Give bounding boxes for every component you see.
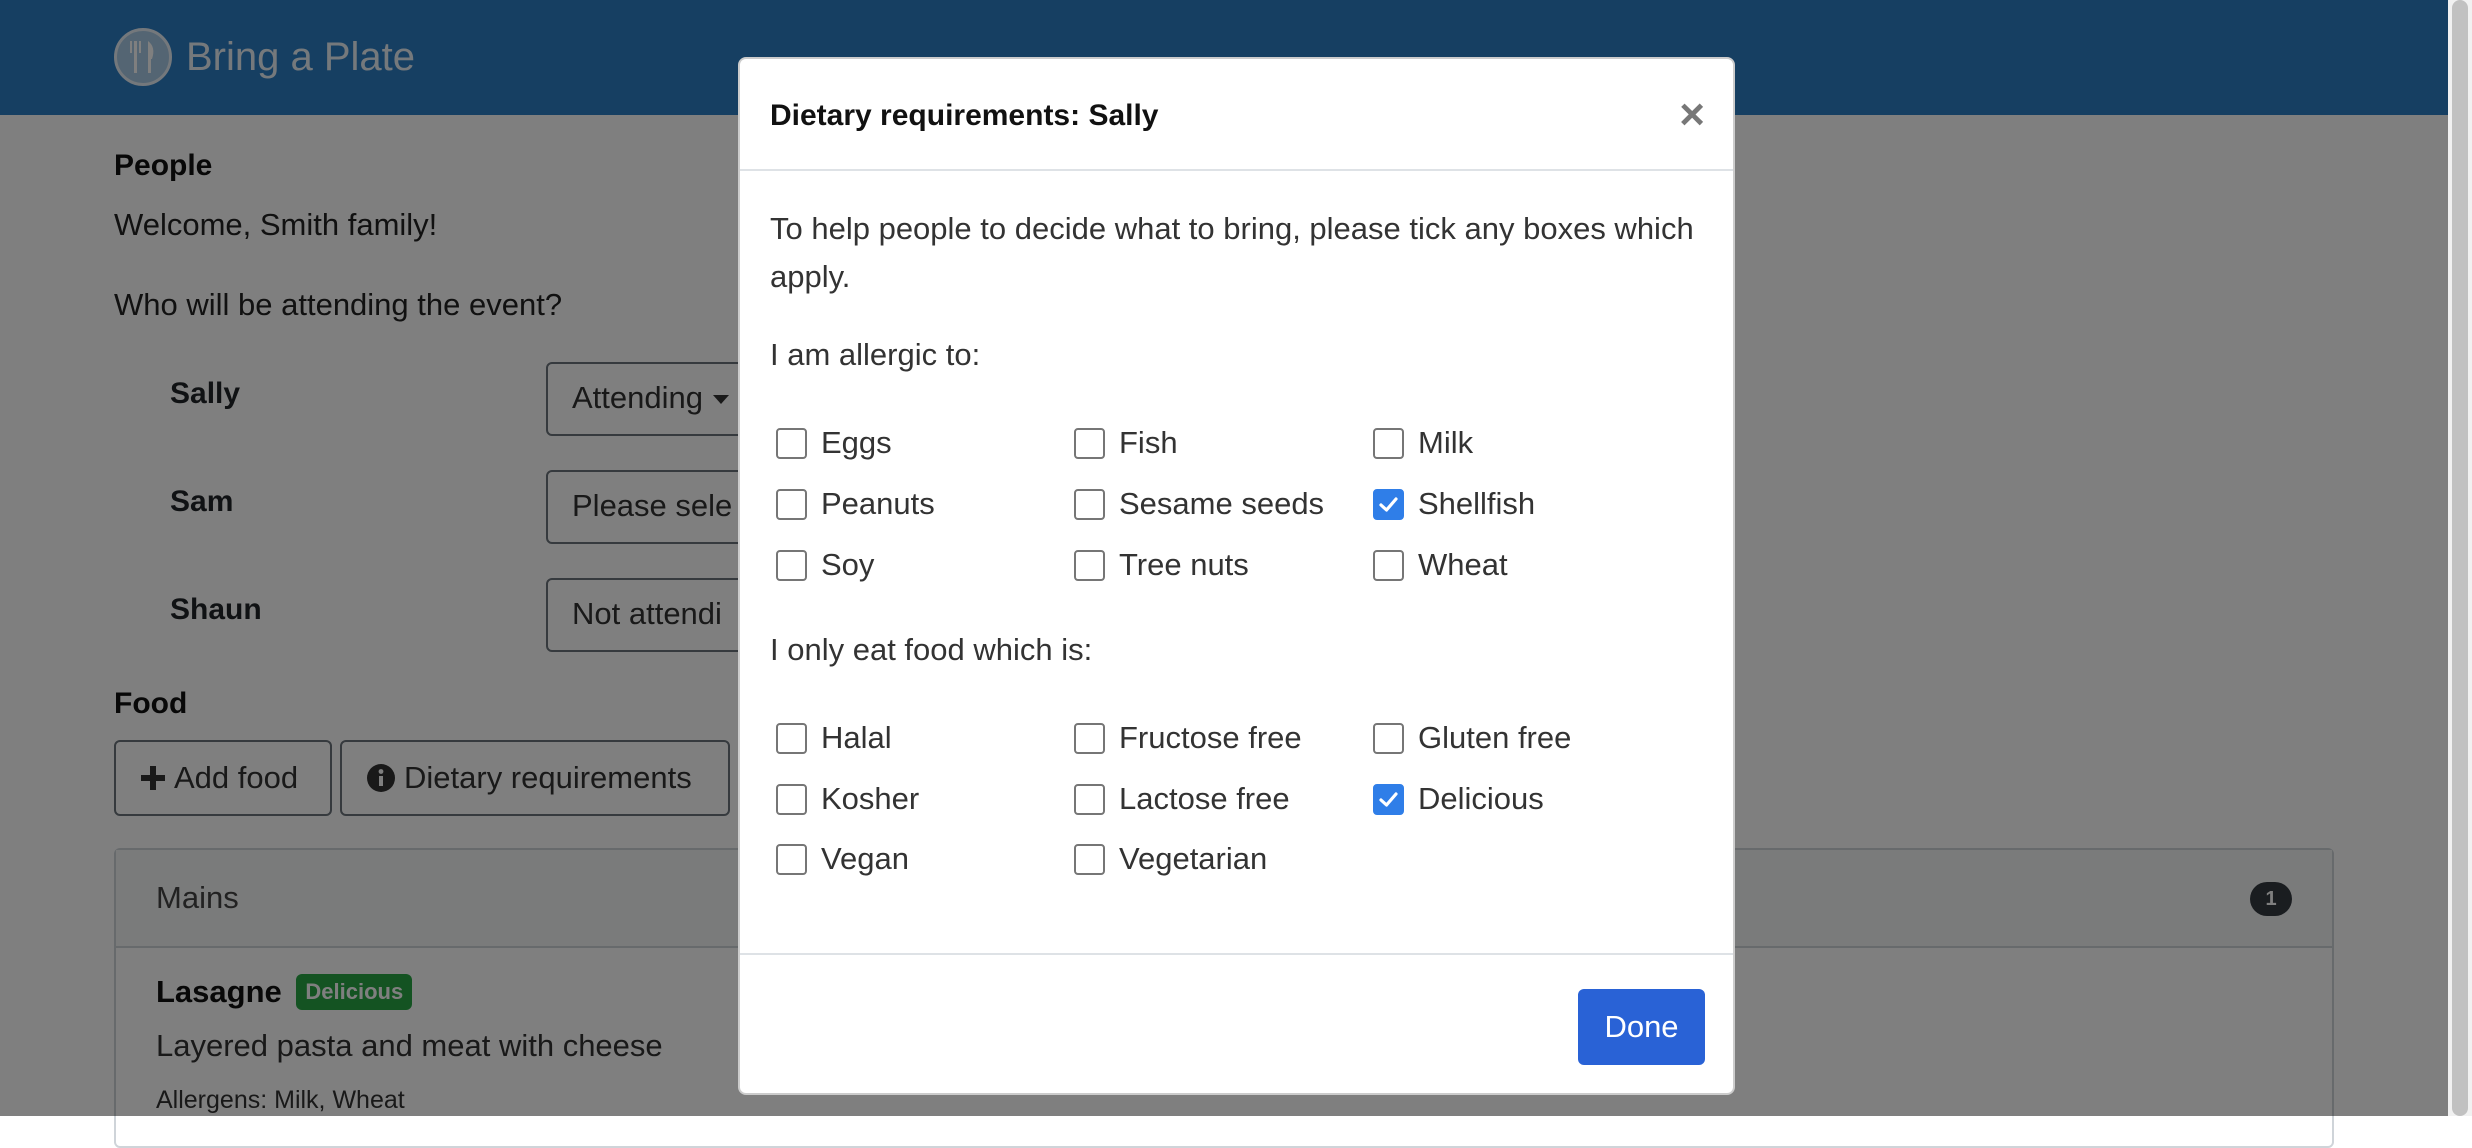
diet-label: I only eat food which is: — [770, 632, 1093, 667]
checkbox-allergy[interactable]: Shellfish — [1373, 486, 1535, 522]
checkbox-diet[interactable]: Delicious — [1373, 781, 1544, 817]
checkbox-allergy[interactable]: Tree nuts — [1074, 547, 1249, 583]
checkbox-unchecked[interactable] — [776, 549, 807, 581]
scrollbar-thumb[interactable] — [2452, 0, 2468, 1116]
checkbox-allergy[interactable]: Soy — [776, 547, 874, 583]
checkbox-allergy[interactable]: Eggs — [776, 425, 892, 461]
checkbox-unchecked[interactable] — [1074, 427, 1105, 459]
checkbox-unchecked[interactable] — [1373, 549, 1404, 581]
checkbox-unchecked[interactable] — [776, 427, 807, 459]
checkbox-diet[interactable]: Kosher — [776, 781, 919, 817]
checkbox-checked[interactable] — [1373, 783, 1404, 815]
checkbox-diet[interactable]: Lactose free — [1074, 781, 1290, 817]
modal-footer-divider — [740, 953, 1733, 955]
checkbox-unchecked[interactable] — [1074, 549, 1105, 581]
modal-intro: To help people to decide what to bring, … — [770, 211, 1694, 294]
checkbox-unchecked[interactable] — [776, 722, 807, 754]
checkbox-diet[interactable]: Fructose free — [1074, 720, 1302, 756]
checkbox-diet[interactable]: Halal — [776, 720, 892, 756]
modal-header: Dietary requirements: Sally × — [740, 59, 1733, 171]
checkbox-unchecked[interactable] — [1373, 722, 1404, 754]
checkbox-diet[interactable]: Vegan — [776, 841, 909, 877]
checkbox-diet[interactable]: Gluten free — [1373, 720, 1571, 756]
checkbox-unchecked[interactable] — [1373, 427, 1404, 459]
checkbox-unchecked[interactable] — [1074, 843, 1105, 875]
checkbox-allergy[interactable]: Sesame seeds — [1074, 486, 1324, 522]
checkbox-allergy[interactable]: Peanuts — [776, 486, 935, 522]
checkbox-unchecked[interactable] — [1074, 488, 1105, 520]
checkbox-unchecked[interactable] — [1074, 783, 1105, 815]
checkbox-unchecked[interactable] — [776, 843, 807, 875]
checkbox-checked[interactable] — [1373, 488, 1404, 520]
checkbox-allergy[interactable]: Milk — [1373, 425, 1473, 461]
checkbox-unchecked[interactable] — [776, 783, 807, 815]
close-button[interactable]: × — [1679, 93, 1705, 137]
checkbox-allergy[interactable]: Fish — [1074, 425, 1178, 461]
checkmark-icon — [1379, 791, 1398, 807]
done-button[interactable]: Done — [1578, 989, 1705, 1065]
checkmark-icon — [1379, 496, 1398, 512]
allergic-label: I am allergic to: — [770, 337, 981, 372]
modal-title: Dietary requirements: Sally — [770, 99, 1159, 132]
dietary-requirements-modal: Dietary requirements: Sally × To help pe… — [738, 57, 1735, 1095]
checkbox-unchecked[interactable] — [1074, 722, 1105, 754]
checkbox-unchecked[interactable] — [776, 488, 807, 520]
checkbox-diet[interactable]: Vegetarian — [1074, 841, 1267, 877]
checkbox-allergy[interactable]: Wheat — [1373, 547, 1508, 583]
